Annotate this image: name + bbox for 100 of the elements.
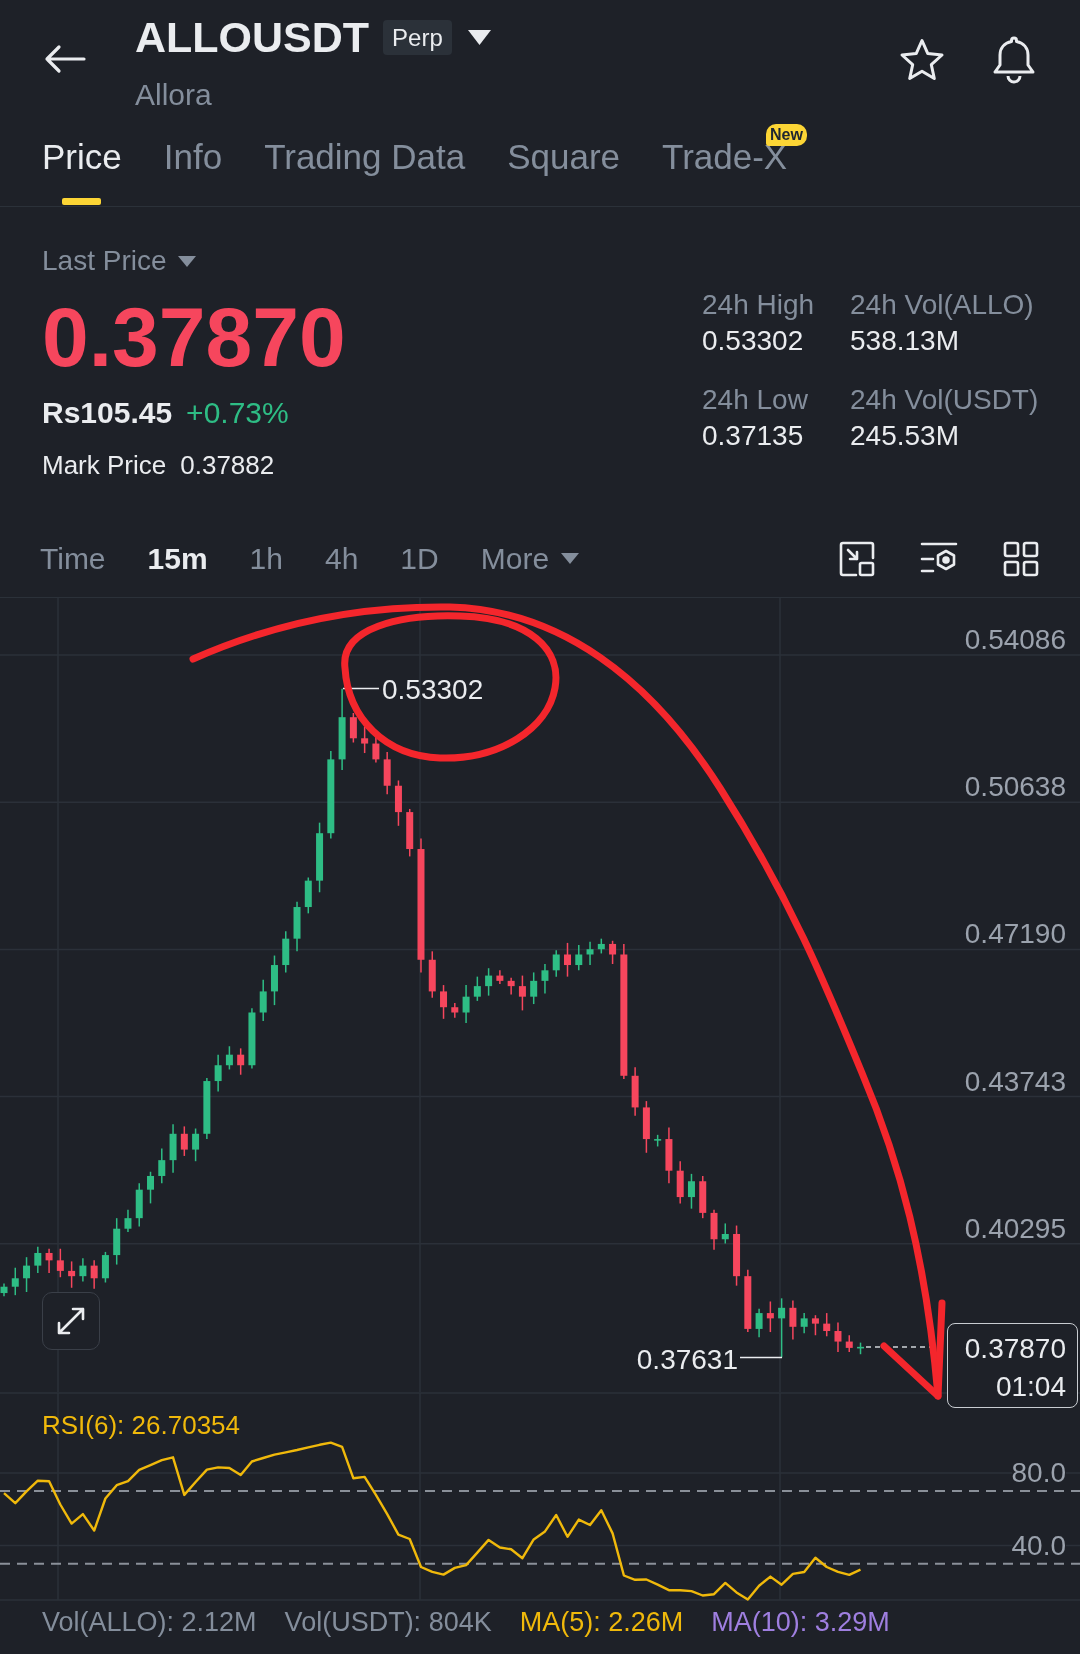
tab[interactable]: Price — [42, 122, 122, 205]
rising-candle — [282, 930, 290, 974]
rising-candle — [575, 944, 583, 972]
falling-candle — [180, 1125, 188, 1157]
rising-candle — [687, 1173, 695, 1210]
rising-candle — [259, 979, 267, 1022]
falling-candle — [361, 725, 369, 754]
tab[interactable]: Info — [163, 122, 223, 177]
price-change: +0.73% — [186, 395, 289, 431]
rising-candle — [721, 1222, 729, 1245]
falling-candle — [237, 1047, 245, 1076]
contract-type-badge: Perp — [383, 19, 452, 55]
falling-candle — [56, 1248, 64, 1278]
volume-legend-item: MA(10): 3.29M — [711, 1607, 890, 1637]
rising-candle — [857, 1341, 864, 1355]
rising-candle — [11, 1267, 19, 1296]
rising-candle — [124, 1209, 132, 1233]
falling-candle — [349, 712, 357, 744]
interval-option[interactable]: 1h — [249, 540, 283, 577]
rising-candle — [530, 971, 538, 1005]
rising-candle — [597, 937, 605, 955]
mark-price-value: 0.37882 — [180, 449, 275, 481]
falling-candle — [766, 1300, 774, 1333]
low-price-label: 0.37631 — [636, 1345, 738, 1375]
falling-candle — [45, 1248, 53, 1274]
caret-down-icon[interactable] — [467, 29, 491, 45]
stat-value: 0.53302 — [702, 324, 804, 358]
volume-legend-item: MA(5): 2.26M — [519, 1607, 684, 1637]
expand-icon — [56, 1306, 86, 1336]
rising-candle — [304, 876, 312, 915]
price-axis-label: 0.50638 — [964, 772, 1066, 803]
rising-candle — [552, 949, 560, 978]
mark-price-label: Mark Price — [42, 449, 167, 481]
falling-candle — [733, 1224, 741, 1287]
rising-candle — [654, 1134, 662, 1148]
rising-candle — [101, 1251, 109, 1284]
fiat-price: Rs105.45 — [42, 395, 173, 431]
rising-candle — [778, 1297, 786, 1359]
pair-title: ALLOUSDT — [135, 12, 370, 62]
back-arrow-icon[interactable] — [44, 44, 86, 74]
stat-label: 24h Vol(USDT) — [850, 383, 1039, 417]
stat-value: 538.13M — [850, 324, 959, 358]
rising-candle — [203, 1077, 211, 1140]
tab[interactable]: Trading Data — [264, 122, 466, 177]
falling-candle — [631, 1066, 639, 1117]
rising-candle — [135, 1182, 143, 1228]
bell-icon[interactable] — [991, 35, 1037, 85]
stat-value: 0.37135 — [702, 419, 804, 453]
interval-option[interactable]: 4h — [325, 540, 359, 577]
price-type-dropdown[interactable]: Last Price — [42, 245, 196, 277]
price-axis-label: 0.54086 — [964, 625, 1066, 655]
rising-candle — [541, 963, 549, 995]
interval-option[interactable]: 15m — [147, 540, 208, 577]
interval-option[interactable]: Time — [40, 540, 106, 577]
falling-candle — [823, 1312, 831, 1338]
rising-candle — [586, 941, 594, 966]
picture-in-picture-icon[interactable] — [839, 540, 875, 577]
tab[interactable]: Square — [507, 122, 621, 177]
falling-candle — [394, 779, 402, 827]
interval-option[interactable]: 1D — [400, 540, 439, 577]
rising-candle — [248, 1007, 256, 1070]
rising-candle — [225, 1045, 233, 1071]
falling-candle — [710, 1209, 718, 1251]
rising-candle — [192, 1127, 200, 1162]
rising-candle — [485, 967, 493, 997]
rising-candle — [755, 1308, 763, 1339]
falling-candle — [699, 1175, 707, 1219]
rising-candle — [169, 1123, 177, 1174]
interval-option[interactable]: More — [480, 540, 580, 577]
leader-line — [739, 1356, 783, 1359]
last-price: 0.37870 — [42, 295, 346, 379]
stat-label: 24h Vol(ALLO) — [850, 288, 1034, 322]
rising-candle — [214, 1053, 222, 1093]
star-icon[interactable] — [899, 38, 945, 82]
chart-title: RSI(6): 26.70354 — [42, 1410, 240, 1440]
rising-candle — [316, 821, 324, 893]
expand-button[interactable] — [42, 1292, 100, 1350]
rising-candle — [271, 954, 278, 1006]
grid-icon[interactable] — [1003, 540, 1039, 577]
falling-candle — [90, 1259, 98, 1290]
falling-candle — [564, 942, 571, 978]
rising-candle — [23, 1256, 31, 1293]
rising-candle — [462, 984, 470, 1024]
falling-candle — [383, 751, 391, 795]
tab[interactable]: Trade-X New — [662, 122, 810, 177]
falling-candle — [744, 1269, 752, 1333]
stat-value: 245.53M — [850, 419, 959, 453]
falling-candle — [507, 976, 515, 996]
volume-legend-item: Vol(ALLO): 2.12M — [42, 1607, 257, 1637]
falling-candle — [428, 950, 436, 999]
falling-candle — [440, 984, 448, 1020]
falling-candle — [665, 1126, 673, 1185]
leader-line — [342, 687, 380, 690]
new-badge: New — [766, 124, 807, 146]
caret-down-icon — [561, 553, 580, 564]
current-price-label: 0.37870 — [964, 1333, 1066, 1365]
price-axis-label: 0.40295 — [964, 1213, 1066, 1244]
falling-candle — [811, 1314, 819, 1336]
rising-candle — [800, 1312, 808, 1334]
falling-candle — [676, 1160, 684, 1205]
